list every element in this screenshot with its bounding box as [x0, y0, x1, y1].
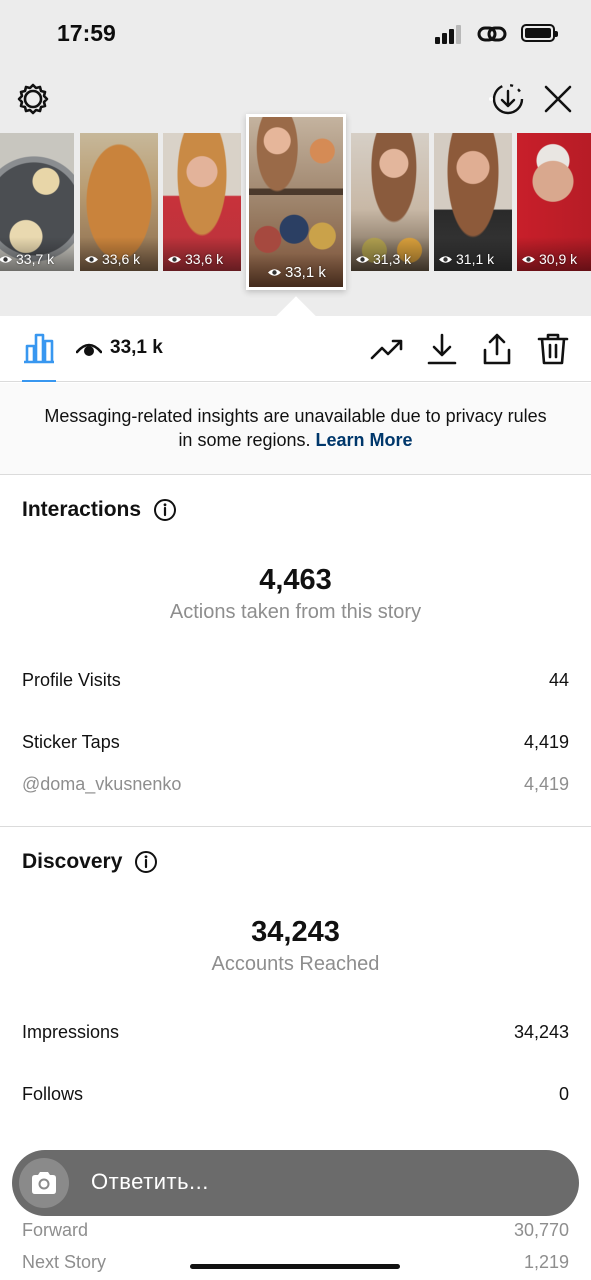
story-viewer-header: 17:59 33,7 k 33,6 k 33,6 k 33,1 k 31,3 k… [0, 0, 591, 316]
metric-row: Follows 0 [22, 1084, 569, 1105]
personal-hotspot-icon [477, 26, 507, 42]
info-icon[interactable] [153, 498, 177, 522]
metric-label: Impressions [22, 1022, 120, 1042]
eye-icon [356, 255, 369, 263]
view-count: 33,1 k [110, 337, 163, 358]
status-time: 17:59 [57, 20, 116, 46]
discovery-section-title: Discovery [22, 850, 158, 874]
metric-label: Sticker Taps [22, 732, 120, 752]
metric-value: 34,243 [513, 1022, 569, 1042]
eye-icon [76, 343, 102, 356]
thumbnail-views: 33,7 k [0, 251, 54, 267]
story-thumbnail-strip: 33,7 k 33,6 k 33,6 k 33,1 k 31,3 k 31,1 … [0, 114, 591, 292]
eye-icon [168, 255, 181, 263]
metric-subrow: Next Story 1,219 [22, 1252, 569, 1273]
eye-icon [85, 255, 98, 263]
close-icon[interactable] [541, 82, 575, 116]
camera-icon [32, 1172, 56, 1194]
trash-icon[interactable] [536, 332, 570, 366]
privacy-notice: Messaging-related insights are unavailab… [0, 383, 591, 475]
thumbnail-views: 33,1 k [267, 264, 326, 281]
settings-gear-icon[interactable] [16, 82, 50, 116]
active-tab-indicator [22, 380, 56, 382]
metric-value: 30,770 [513, 1220, 569, 1240]
eye-icon [268, 269, 281, 276]
trending-icon[interactable] [370, 332, 404, 366]
thumbnail-views: 30,9 k [521, 251, 577, 267]
eye-icon [439, 255, 452, 263]
metric-value: 44 [548, 670, 569, 690]
thumbnail-views: 33,6 k [167, 251, 223, 267]
story-thumbnail[interactable]: 30,9 k [517, 133, 591, 271]
metric-subrow: @doma_vkusnenko 4,419 [22, 774, 569, 795]
story-thumbnail[interactable]: 33,6 k [80, 133, 158, 271]
reply-bar[interactable]: Ответить... [12, 1150, 579, 1216]
download-icon[interactable] [425, 332, 459, 366]
insights-chart-icon[interactable] [22, 332, 56, 364]
metric-subrow: Forward 30,770 [22, 1220, 569, 1241]
thumbnail-views: 33,6 k [84, 251, 140, 267]
learn-more-link[interactable]: Learn More [316, 430, 413, 450]
metric-label: Forward [22, 1220, 89, 1240]
download-story-icon[interactable] [486, 80, 526, 118]
discovery-total-label: Accounts Reached [211, 953, 380, 975]
privacy-notice-text: Messaging-related insights are unavailab… [44, 406, 547, 450]
metric-label: @doma_vkusnenko [22, 774, 182, 794]
battery-icon [521, 24, 558, 42]
metric-value: 0 [558, 1084, 569, 1104]
insights-toolbar: 33,1 k [0, 316, 591, 382]
eye-icon [0, 255, 12, 263]
cellular-signal-icon [435, 24, 463, 44]
story-thumbnail[interactable]: 31,1 k [434, 133, 512, 271]
interactions-total: 4,463 [259, 564, 332, 596]
metric-value: 4,419 [523, 732, 569, 752]
metric-label: Profile Visits [22, 670, 121, 690]
home-indicator [190, 1264, 400, 1269]
interactions-section-title: Interactions [22, 498, 177, 522]
thumbnail-views: 31,3 k [355, 251, 411, 267]
reply-input[interactable]: Ответить... [91, 1169, 209, 1195]
metric-value: 1,219 [523, 1252, 569, 1272]
story-thumbnail-selected[interactable]: 33,1 k [246, 114, 346, 290]
metric-row: Profile Visits 44 [22, 670, 569, 691]
interactions-total-label: Actions taken from this story [169, 601, 422, 623]
metric-label: Next Story [22, 1252, 107, 1272]
share-icon[interactable] [480, 332, 514, 366]
thumbnail-views: 31,1 k [438, 251, 494, 267]
discovery-total: 34,243 [251, 916, 340, 948]
metric-value: 4,419 [523, 774, 569, 794]
metric-row: Impressions 34,243 [22, 1022, 569, 1043]
info-icon[interactable] [134, 850, 158, 874]
story-thumbnail[interactable]: 31,3 k [351, 133, 429, 271]
section-divider [0, 826, 591, 827]
story-thumbnail[interactable]: 33,7 k [0, 133, 74, 271]
story-thumbnail[interactable]: 33,6 k [163, 133, 241, 271]
camera-button[interactable] [19, 1158, 69, 1208]
metric-row: Sticker Taps 4,419 [22, 732, 569, 753]
metric-label: Follows [22, 1084, 84, 1104]
eye-icon [522, 255, 535, 263]
